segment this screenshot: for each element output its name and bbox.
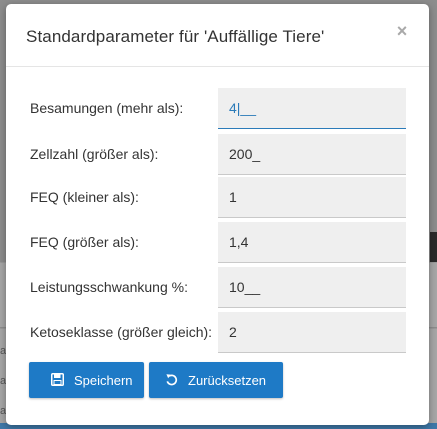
field-row-performance-variation: Leistungsschwankung %: 10__ [6, 267, 429, 309]
performance-variation-input[interactable]: 10__ [218, 267, 406, 308]
inseminations-input[interactable]: 4|__ [218, 88, 406, 129]
field-row-ketosis-class: Ketoseklasse (größer gleich): 2 [6, 312, 429, 354]
dialog-title: Standardparameter für 'Auffällige Tiere' [26, 27, 325, 46]
input-value: 4|__ [229, 100, 256, 116]
background-scrollbar [430, 232, 437, 262]
undo-icon [166, 374, 178, 386]
field-label: Leistungsschwankung %: [30, 279, 188, 295]
floppy-disk-icon [51, 373, 64, 386]
parameter-dialog: Standardparameter für 'Auffällige Tiere'… [6, 4, 429, 425]
field-label: FEQ (größer als): [30, 234, 139, 250]
reset-label: Zurücksetzen [188, 373, 267, 388]
input-value: 1,4 [229, 234, 249, 250]
input-value: 1 [229, 189, 237, 205]
field-row-feq-greater: FEQ (größer als): 1,4 [6, 222, 429, 264]
save-label: Speichern [74, 373, 133, 388]
reset-button[interactable]: Zurücksetzen [149, 362, 283, 398]
ketosis-class-input[interactable]: 2 [218, 312, 406, 353]
field-row-feq-less: FEQ (kleiner als): 1 [6, 177, 429, 219]
cell-count-input[interactable]: 200_ [218, 134, 406, 175]
field-label: Besamungen (mehr als): [30, 100, 184, 116]
close-icon[interactable]: × [393, 22, 411, 40]
input-value: 2 [229, 324, 237, 340]
feq-greater-input[interactable]: 1,4 [218, 222, 406, 263]
feq-less-input[interactable]: 1 [218, 177, 406, 218]
input-value: 10__ [229, 279, 261, 295]
field-label: Zellzahl (größer als): [30, 146, 159, 162]
dialog-header: Standardparameter für 'Auffällige Tiere'… [6, 4, 429, 67]
save-button[interactable]: Speichern [29, 362, 144, 398]
input-value: 200_ [229, 146, 261, 162]
field-label: Ketoseklasse (größer gleich): [30, 324, 213, 340]
field-row-inseminations: Besamungen (mehr als): 4|__ [6, 88, 429, 130]
field-label: FEQ (kleiner als): [30, 189, 139, 205]
field-row-cell-count: Zellzahl (größer als): 200_ [6, 134, 429, 176]
